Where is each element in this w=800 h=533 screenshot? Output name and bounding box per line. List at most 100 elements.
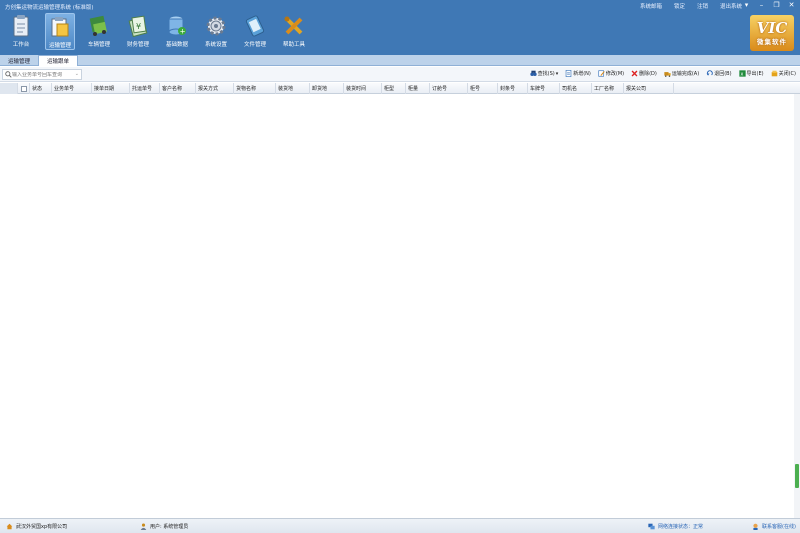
grid-header: 状态 业务单号 接单日期 托运单号 客户名称 报关方式 货物名称 装货地 卸货地…: [0, 83, 800, 94]
close-icon: [771, 70, 777, 77]
ribbon-label: 工作台: [12, 42, 30, 48]
logout-link[interactable]: 注销: [697, 2, 708, 10]
system-mail-link[interactable]: 系统邮箱: [640, 2, 662, 10]
transport-complete-label: 运输完成(A): [671, 71, 700, 77]
ribbon-label: 系统设置: [204, 42, 227, 48]
column-header[interactable]: 状态: [30, 83, 52, 94]
export-label: 导出(E): [746, 71, 764, 77]
find-label: 查找(S): [537, 71, 555, 77]
ribbon-label: 帮助工具: [282, 42, 305, 48]
column-header[interactable]: 司机名: [560, 83, 592, 94]
column-header[interactable]: 托运单号: [130, 83, 160, 94]
column-header[interactable]: 工厂名称: [592, 83, 624, 94]
toolbar: ⌄ 查找(S) ▾ 新增(N) 修改(M) 删除(D) 运输完成(A) 退回(B…: [0, 67, 800, 82]
close-label: 关闭(C): [778, 71, 796, 77]
column-header[interactable]: 装货地: [276, 83, 310, 94]
top-links: 系统邮箱 锁定 注销 退出系统: [640, 2, 742, 10]
menu-dropdown-button[interactable]: ▾: [742, 1, 751, 9]
find-button[interactable]: 查找(S) ▾: [529, 70, 559, 77]
minimize-button[interactable]: –: [757, 1, 766, 9]
ribbon-transport-button[interactable]: 运输管理: [45, 13, 75, 50]
ribbon-vehicle-button[interactable]: 车辆管理: [84, 13, 114, 50]
return-icon: [706, 70, 713, 76]
logo-text: VIC: [756, 18, 788, 37]
workbench-icon: [10, 15, 32, 37]
column-header[interactable]: 业务单号: [52, 83, 92, 94]
column-header[interactable]: 卸货地: [310, 83, 344, 94]
delete-label: 删除(D): [639, 71, 657, 77]
ribbon-label: 文件管理: [243, 42, 266, 48]
column-header[interactable]: 封条号: [498, 83, 528, 94]
transport-complete-button[interactable]: 运输完成(A): [664, 70, 699, 77]
database-icon: +: [166, 15, 188, 37]
tools-icon: [283, 15, 305, 37]
company-status: 武汉外贸国xp有限公司: [6, 523, 67, 530]
delete-button[interactable]: 删除(D): [631, 70, 657, 77]
search-box: ⌄: [2, 69, 82, 80]
chevron-down-icon[interactable]: ⌄: [75, 71, 79, 77]
gear-icon: [205, 15, 227, 37]
edit-button[interactable]: 修改(M): [598, 70, 624, 77]
close-button[interactable]: 关闭(C): [771, 70, 796, 77]
transport-icon: [49, 16, 71, 38]
finance-icon: ¥: [127, 15, 149, 37]
column-header[interactable]: 接单日期: [92, 83, 130, 94]
select-all-checkbox[interactable]: [18, 83, 30, 94]
return-button[interactable]: 退回(B): [706, 70, 732, 77]
column-header[interactable]: 车牌号: [528, 83, 560, 94]
company-name: 武汉外贸国xp有限公司: [16, 524, 68, 530]
column-header[interactable]: 柜量: [406, 83, 430, 94]
edit-label: 修改(M): [605, 71, 625, 77]
chevron-down-icon[interactable]: ▾: [556, 71, 559, 77]
contact-support[interactable]: 联系客服(在线): [752, 523, 796, 530]
restore-button[interactable]: ❐: [772, 1, 781, 9]
column-header[interactable]: 装货时间: [344, 83, 382, 94]
vertical-scrollbar[interactable]: [794, 94, 800, 518]
action-bar: 查找(S) ▾ 新增(N) 修改(M) 删除(D) 运输完成(A) 退回(B) …: [529, 70, 796, 77]
window-controls: ▾ – ❐ ✕: [742, 1, 796, 9]
ribbon-finance-button[interactable]: ¥ 财务管理: [123, 13, 153, 50]
lock-link[interactable]: 锁定: [674, 2, 685, 10]
logo-subtext: 微集软件: [757, 37, 787, 46]
user-icon: [140, 523, 147, 530]
column-header[interactable]: 柜号: [468, 83, 498, 94]
search-input[interactable]: [12, 71, 76, 78]
delete-icon: [631, 70, 638, 77]
column-header[interactable]: 货物名称: [234, 83, 276, 94]
new-button[interactable]: 新增(N): [565, 70, 591, 77]
tab-transport-management[interactable]: 运输管理: [0, 55, 38, 66]
column-header[interactable]: 柜型: [382, 83, 406, 94]
ribbon-database-button[interactable]: + 基础数据: [162, 13, 192, 50]
svg-text:¥: ¥: [136, 22, 141, 31]
close-window-button[interactable]: ✕: [787, 1, 796, 9]
column-header[interactable]: 报关方式: [196, 83, 234, 94]
ribbon-files-button[interactable]: 文件管理: [240, 13, 270, 50]
ribbon-label: 运输管理: [48, 43, 71, 49]
complete-icon: [664, 72, 671, 77]
status-bar: 武汉外贸国xp有限公司 用户: 系统管理员 网络连接状态：正常 联系客服(在线): [0, 518, 800, 533]
scrollbar-thumb[interactable]: [795, 464, 799, 488]
new-label: 新增(N): [573, 71, 591, 77]
ribbon-workbench-button[interactable]: 工作台: [6, 13, 36, 50]
excel-icon: x: [738, 70, 746, 77]
column-header[interactable]: 报关公司: [624, 83, 674, 94]
new-icon: [565, 70, 572, 77]
return-label: 退回(B): [714, 71, 732, 77]
binoculars-icon: [529, 70, 537, 76]
grid-body[interactable]: [0, 94, 794, 518]
column-header[interactable]: 订舱号: [430, 83, 468, 94]
export-button[interactable]: x 导出(E): [738, 70, 764, 77]
exit-link[interactable]: 退出系统: [720, 2, 742, 10]
svg-text:x: x: [740, 72, 743, 77]
column-header[interactable]: 客户名称: [160, 83, 196, 94]
ribbon: 工作台 运输管理 车辆管理 ¥ 财务管理 + 基础数据 系统设置 文件管理 帮助…: [6, 13, 309, 50]
user-status: 用户: 系统管理员: [140, 523, 188, 530]
ribbon-settings-button[interactable]: 系统设置: [201, 13, 231, 50]
edit-icon: [598, 70, 605, 77]
ribbon-tools-button[interactable]: 帮助工具: [279, 13, 309, 50]
contact-support-text[interactable]: 联系客服(在线): [762, 523, 796, 530]
tab-transport-tracking[interactable]: 运输跟单: [38, 55, 79, 66]
network-status-text: 网络连接状态：正常: [658, 524, 704, 530]
vehicle-icon: [88, 15, 110, 37]
home-icon: [6, 523, 13, 530]
